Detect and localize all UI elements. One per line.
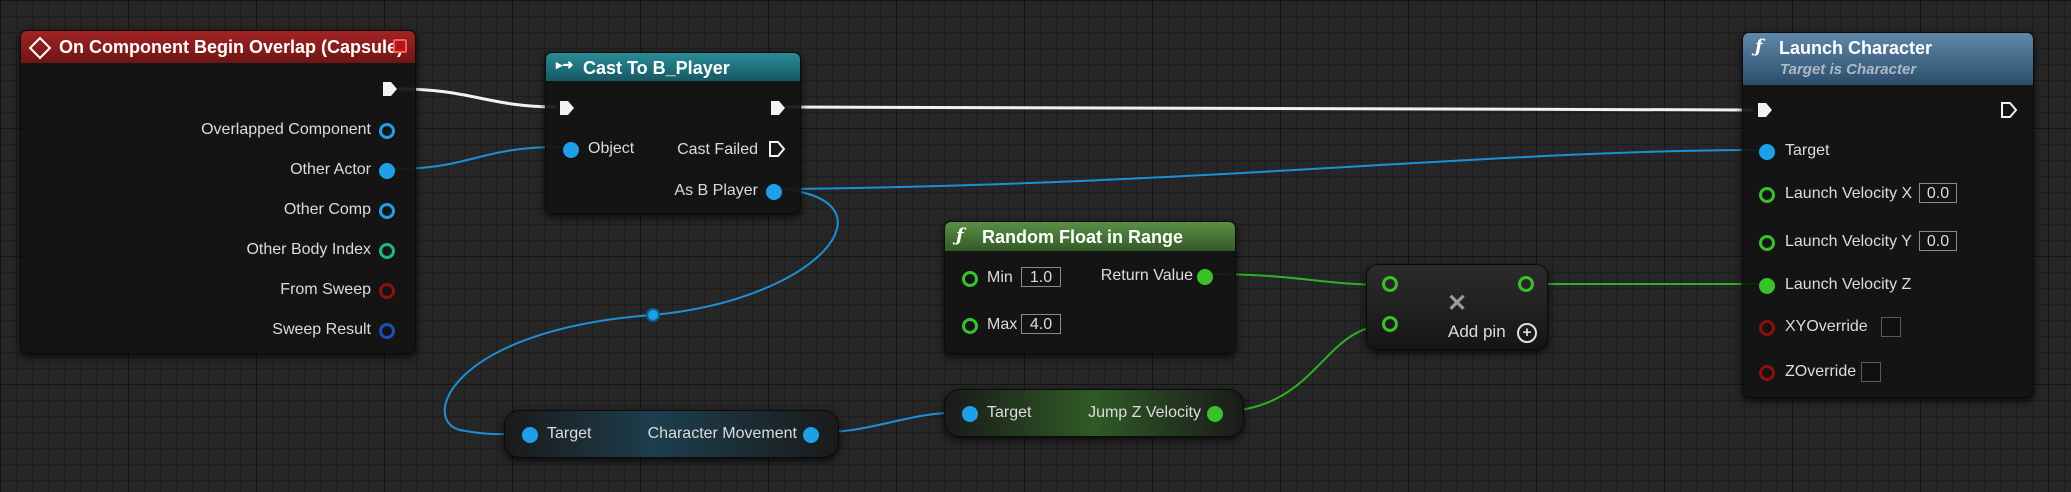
multiply-input-a-pin[interactable] xyxy=(1382,276,1398,292)
add-pin-label[interactable]: Add pin xyxy=(1448,322,1506,342)
from-sweep-pin[interactable] xyxy=(379,283,395,299)
other-actor-pin[interactable] xyxy=(379,163,395,179)
launch-velocity-x-label: Launch Velocity X xyxy=(1785,185,1913,202)
launch-velocity-y-input[interactable]: 0.0 xyxy=(1919,231,1957,251)
min-label: Min xyxy=(987,269,1013,286)
max-value-input[interactable]: 4.0 xyxy=(1021,314,1061,334)
launch-node-title: Launch Character xyxy=(1779,38,1933,58)
z-override-pin[interactable] xyxy=(1759,365,1775,381)
z-override-checkbox[interactable] xyxy=(1861,362,1881,382)
movement-output-label: Character Movement xyxy=(647,425,797,442)
xy-override-pin[interactable] xyxy=(1759,320,1775,336)
sweep-result-pin[interactable] xyxy=(379,323,395,339)
get-jump-z-velocity-node[interactable]: Target Jump Z Velocity xyxy=(944,389,1244,437)
event-exec-out-pin[interactable] xyxy=(381,80,399,98)
cast-node-header: ▸➜ Cast To B_Player xyxy=(546,53,800,81)
overlapped-component-pin[interactable] xyxy=(379,123,395,139)
pin-label-other-comp: Other Comp xyxy=(283,201,371,218)
launch-node-header: ƒ Launch Character Target is Character xyxy=(1743,33,2033,85)
cast-exec-out-pin[interactable] xyxy=(769,99,787,117)
event-node-header: On Component Begin Overlap (Capsule) xyxy=(21,31,415,63)
wire-player-to-launch-target xyxy=(780,149,1759,190)
launch-exec-out-pin[interactable] xyxy=(2000,101,2018,119)
function-f-icon: ƒ xyxy=(1755,36,1763,57)
cast-arrows-icon: ▸➜ xyxy=(556,57,574,72)
launch-target-pin[interactable] xyxy=(1759,144,1775,160)
min-pin[interactable] xyxy=(962,271,978,287)
cast-object-label: Object xyxy=(588,140,635,157)
breakpoint-icon[interactable] xyxy=(393,39,407,53)
jump-target-pin[interactable] xyxy=(962,406,978,422)
return-value-pin[interactable] xyxy=(1197,269,1213,285)
wire-player-to-movement xyxy=(443,188,839,436)
cast-failed-label: Cast Failed xyxy=(677,141,758,158)
reroute-knot xyxy=(646,308,660,322)
add-pin-plus-icon[interactable]: + xyxy=(1517,323,1537,343)
launch-velocity-x-pin[interactable] xyxy=(1759,187,1775,203)
jump-target-label: Target xyxy=(987,404,1032,421)
random-node-title: Random Float in Range xyxy=(982,227,1184,247)
cast-object-pin[interactable] xyxy=(563,142,579,158)
pin-label-from-sweep: From Sweep xyxy=(280,281,371,298)
event-diamond-icon xyxy=(28,36,52,60)
min-value-input[interactable]: 1.0 xyxy=(1021,267,1061,287)
max-pin[interactable] xyxy=(962,318,978,334)
cast-exec-in-pin[interactable] xyxy=(558,99,576,117)
launch-velocity-y-label: Launch Velocity Y xyxy=(1785,233,1912,250)
character-movement-pin[interactable] xyxy=(803,427,819,443)
event-node-begin-overlap[interactable]: On Component Begin Overlap (Capsule) Ove… xyxy=(20,30,416,354)
jump-output-label: Jump Z Velocity xyxy=(1088,404,1201,421)
multiply-output-pin[interactable] xyxy=(1518,276,1534,292)
wire-other-actor-to-object xyxy=(393,146,559,170)
movement-target-pin[interactable] xyxy=(522,427,538,443)
as-b-player-pin[interactable] xyxy=(766,184,782,200)
cast-failed-exec-pin[interactable] xyxy=(768,140,786,158)
exec-wire-cast-to-launch xyxy=(784,105,1754,112)
launch-velocity-y-pin[interactable] xyxy=(1759,235,1775,251)
cast-node-title: Cast To B_Player xyxy=(583,58,730,78)
xy-override-label: XYOverride xyxy=(1785,318,1868,335)
multiply-x-icon: ✕ xyxy=(1447,290,1468,317)
as-b-player-label: As B Player xyxy=(674,182,758,199)
launch-velocity-z-label: Launch Velocity Z xyxy=(1785,276,1912,293)
launch-exec-in-pin[interactable] xyxy=(1756,101,1774,119)
launch-character-node[interactable]: ƒ Launch Character Target is Character T… xyxy=(1742,32,2034,398)
launch-node-subtitle: Target is Character xyxy=(1780,61,1917,78)
launch-velocity-z-pin[interactable] xyxy=(1759,278,1775,294)
pin-label-other-body-index: Other Body Index xyxy=(246,241,371,258)
random-node-header: ƒ Random Float in Range xyxy=(945,222,1235,251)
pin-label-other-actor: Other Actor xyxy=(290,161,371,178)
other-comp-pin[interactable] xyxy=(379,203,395,219)
exec-wire-event-to-cast xyxy=(398,87,557,109)
random-float-in-range-node[interactable]: ƒ Random Float in Range Min 1.0 Return V… xyxy=(944,221,1236,354)
multiply-input-b-pin[interactable] xyxy=(1382,316,1398,332)
pin-label-sweep-result: Sweep Result xyxy=(272,321,371,338)
z-override-label: ZOverride xyxy=(1785,363,1857,380)
max-label: Max xyxy=(987,316,1018,333)
movement-target-label: Target xyxy=(547,425,592,442)
event-node-title: On Component Begin Overlap (Capsule) xyxy=(59,37,404,57)
xy-override-checkbox[interactable] xyxy=(1881,317,1901,337)
cast-to-b-player-node[interactable]: ▸➜ Cast To B_Player Object Cast Failed A… xyxy=(545,52,801,214)
launch-velocity-x-input[interactable]: 0.0 xyxy=(1919,183,1957,203)
get-character-movement-node[interactable]: Target Character Movement xyxy=(504,410,839,458)
return-value-label: Return Value xyxy=(1100,267,1193,284)
function-f-icon: ƒ xyxy=(956,225,964,246)
other-body-index-pin[interactable] xyxy=(379,243,395,259)
jump-z-velocity-pin[interactable] xyxy=(1207,406,1223,422)
pin-label-overlapped-component: Overlapped Component xyxy=(201,121,371,138)
multiply-float-node[interactable]: ✕ Add pin + xyxy=(1366,264,1548,350)
launch-target-label: Target xyxy=(1785,142,1830,159)
